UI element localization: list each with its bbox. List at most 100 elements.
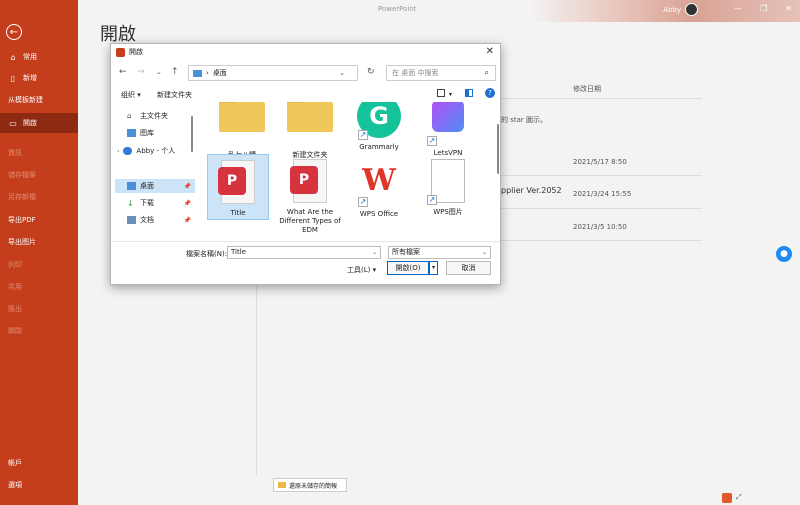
nav-item-home[interactable]: ⌂ 主文件夹 (127, 109, 195, 123)
pptx-icon: P (215, 160, 261, 206)
search-input[interactable]: 在 桌面 中搜索 ⌕ (386, 65, 496, 81)
back-arrow-icon[interactable]: ← (119, 67, 127, 77)
file-item[interactable]: 新建文件夹 (279, 102, 341, 160)
sidebar-item-export-pdf[interactable]: 导出PDF (0, 210, 78, 230)
file-date: 2021/3/5 10:50 (573, 223, 627, 231)
close-icon[interactable]: ✕ (486, 46, 494, 57)
forward-arrow-icon[interactable]: → (137, 67, 145, 77)
sidebar-item-close[interactable]: 關閉 (0, 321, 78, 341)
file-item[interactable]: W ↗ WPS Office (348, 159, 410, 219)
file-item[interactable]: ↗ LetsVPN (417, 102, 479, 158)
up-arrow-icon[interactable]: ↑ (171, 67, 179, 77)
sidebar-item-export[interactable]: 匯出 (0, 299, 78, 319)
filename-input[interactable]: Title ⌄ (227, 246, 381, 259)
assistant-bubble-icon[interactable]: ● (776, 246, 792, 262)
nav-item-label: Abby - 个人 (136, 147, 176, 155)
chevron-down-icon[interactable]: ⌄ (372, 247, 377, 258)
tools-menu[interactable]: 工具(L) ▾ (347, 265, 376, 275)
pin-icon[interactable]: 📌 (184, 217, 191, 224)
sidebar-item-export-image[interactable]: 导出图片 (0, 232, 78, 252)
nav-item-onedrive[interactable]: › Abby - 个人 (117, 144, 195, 158)
navigation-bar: ← → ⌄ ↑ › 桌面 ⌄ ↻ 在 桌面 中搜索 ⌕ (111, 64, 500, 82)
file-item[interactable]: G ↗ Grammarly (348, 102, 410, 152)
column-header-date[interactable]: 修改日期 (573, 84, 601, 94)
title-bar: PowerPoint Abby — ❐ ✕ (78, 0, 800, 22)
account-area[interactable]: Abby (663, 3, 698, 16)
preview-pane-icon[interactable] (465, 89, 473, 97)
restore-unsaved-button[interactable]: 還原未儲存的簡報 (273, 478, 347, 492)
address-text: 桌面 (212, 69, 227, 77)
organize-menu[interactable]: 组织 ▾ (121, 90, 141, 100)
open-file-dialog: 開啟 ✕ ← → ⌄ ↑ › 桌面 ⌄ ↻ 在 桌面 中搜索 ⌕ 组织 ▾ 新建… (110, 43, 501, 285)
new-folder-button[interactable]: 新建文件夹 (157, 90, 192, 100)
sidebar-item-label: 新增 (23, 74, 37, 82)
pin-icon[interactable]: 📌 (184, 183, 191, 190)
sidebar-item-options[interactable]: 選項 (0, 475, 78, 495)
cancel-button[interactable]: 取消 (446, 261, 491, 275)
sidebar-item-new[interactable]: ▯ 新增 (0, 68, 78, 88)
file-label: WPS图片 (433, 208, 463, 216)
file-label: LetsVPN (433, 149, 463, 157)
file-view: 乱七八糟 新建文件夹 G↗ Grammarly ↗ LetsVPN P Titl… (204, 102, 494, 240)
minimize-icon[interactable]: — (734, 4, 742, 13)
filetype-select[interactable]: 所有檔案 ⌄ (388, 246, 491, 259)
chevron-down-icon[interactable]: ▾ (449, 91, 452, 98)
file-item[interactable]: P What Are the Different Types of EDM (279, 159, 341, 235)
file-view-scrollbar[interactable] (497, 124, 499, 174)
file-name[interactable]: pplier Ver.2052 (501, 186, 562, 195)
file-label: Grammarly (359, 143, 399, 151)
nav-item-documents[interactable]: 文档 📌 (115, 213, 195, 227)
address-bar[interactable]: › 桌面 ⌄ (188, 65, 358, 81)
folder-icon (278, 482, 286, 488)
chevron-down-icon[interactable]: ⌄ (339, 69, 345, 77)
sidebar-item-share[interactable]: 共用 (0, 277, 78, 297)
nav-pane-scrollbar[interactable] (191, 116, 193, 152)
sidebar-item-label: 匯出 (8, 305, 22, 313)
restore-label: 還原未儲存的簡報 (289, 482, 338, 490)
app-tray-icon[interactable] (722, 493, 732, 503)
sidebar-item-label: 导出图片 (8, 238, 36, 246)
chevron-right-icon[interactable]: › (117, 148, 119, 155)
sidebar-item-label: 常用 (23, 53, 37, 61)
file-item[interactable]: 乱七八糟 (211, 102, 273, 160)
chevron-down-icon[interactable]: ⌄ (156, 68, 162, 76)
desktop-icon (193, 69, 202, 77)
close-icon[interactable]: ✕ (785, 4, 792, 13)
sidebar-item-account[interactable]: 帳戶 (0, 453, 78, 473)
sidebar-item-label: 共用 (8, 283, 22, 291)
powerpoint-icon (116, 47, 125, 57)
chevron-down-icon[interactable]: ⌄ (482, 247, 487, 258)
nav-item-gallery[interactable]: 图库 (127, 126, 195, 140)
file-label: 新建文件夹 (292, 151, 328, 159)
gallery-icon (127, 129, 136, 137)
view-icon[interactable] (437, 89, 445, 97)
avatar[interactable] (685, 3, 698, 16)
refresh-icon[interactable]: ↻ (367, 67, 375, 77)
pin-icon[interactable]: 📌 (184, 200, 191, 207)
sidebar-item-from-template[interactable]: 从模板新建 (0, 90, 78, 110)
expand-icon[interactable]: ⤢ (736, 493, 742, 502)
file-item-selected[interactable]: P Title (207, 154, 269, 220)
download-icon: ↓ (127, 199, 134, 208)
sidebar-item-label: 選項 (8, 481, 22, 489)
hint-text: 的 star 圖示。 (501, 116, 548, 124)
restore-icon[interactable]: ❐ (760, 4, 767, 13)
sidebar-item-save-as[interactable]: 另存新檔 (0, 187, 78, 207)
back-arrow-icon[interactable]: ← (6, 24, 22, 40)
sidebar-item-home[interactable]: ⌂ 常用 (0, 47, 78, 67)
sidebar-item-open[interactable]: ▭ 開啟 (0, 113, 78, 133)
sidebar-item-label: 開啟 (23, 119, 37, 127)
open-button[interactable]: 開啟(O) (387, 261, 429, 275)
wps-icon: W ↗ (358, 163, 396, 207)
help-icon[interactable]: ? (485, 88, 495, 98)
chevron-right-icon: › (206, 69, 209, 77)
open-options-dropdown[interactable]: ▾ (429, 261, 438, 275)
nav-item-downloads[interactable]: ↓ 下载 📌 (115, 196, 195, 210)
nav-item-label: 桌面 (140, 182, 154, 190)
file-item[interactable]: ↗ WPS图片 (417, 159, 479, 217)
sidebar-item-print[interactable]: 列印 (0, 255, 78, 275)
app-title: PowerPoint (378, 5, 417, 13)
nav-item-desktop[interactable]: 桌面 📌 (115, 179, 195, 193)
sidebar-item-info[interactable]: 資訊 (0, 143, 78, 163)
sidebar-item-save[interactable]: 儲存檔案 (0, 165, 78, 185)
